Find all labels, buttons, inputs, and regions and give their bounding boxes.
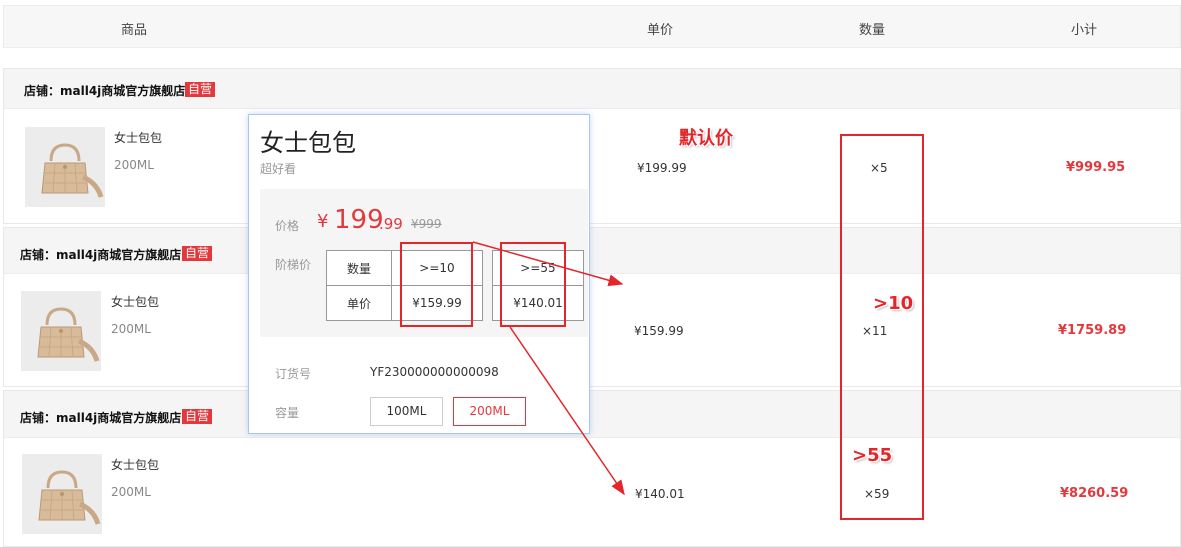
handbag-image (21, 291, 101, 371)
product-name[interactable]: 女士包包 (111, 456, 159, 473)
shop-block: 店铺：mall4j商城官方旗舰店 自营 女士包包 200ML ¥199.99 ×… (3, 68, 1181, 224)
product-thumbnail[interactable] (22, 454, 102, 534)
capacity-option-200ml[interactable]: 200ML (453, 397, 526, 426)
popup-product-subtitle: 超好看 (260, 162, 297, 176)
product-thumbnail[interactable] (21, 291, 101, 371)
product-spec[interactable]: 200ML (111, 322, 151, 336)
shop-block: 店铺：mall4j商城官方旗舰店 自营 女士包包 200ML ¥140.01 ×… (3, 390, 1181, 547)
shop-header: 店铺：mall4j商城官方旗舰店 自营 (4, 391, 1180, 438)
annotation-box-tier55 (500, 242, 566, 327)
col-subtotal-header: 小计 (1071, 23, 1098, 38)
order-number: YF230000000000098 (370, 365, 499, 379)
tier-cell: 数量 (326, 250, 392, 286)
self-operated-badge: 自营 (182, 409, 213, 424)
popup-product-title: 女士包包 (260, 129, 356, 157)
self-operated-badge: 自营 (185, 82, 216, 97)
unit-price: ¥159.99 (634, 324, 684, 338)
shop-name[interactable]: 店铺：mall4j商城官方旗舰店 (20, 409, 181, 426)
product-thumbnail[interactable] (25, 127, 105, 207)
shop-header: 店铺：mall4j商城官方旗舰店 自营 (4, 69, 1180, 109)
shop-name[interactable]: 店铺：mall4j商城官方旗舰店 (20, 246, 181, 263)
unit-price: ¥199.99 (637, 161, 687, 175)
cart-table-header: 商品 单价 数量 小计 (3, 5, 1181, 48)
price-integer: 199 (334, 205, 384, 235)
cart-page: 商品 单价 数量 小计 店铺：mall4j商城官方旗舰店 自营 女士包包 200… (0, 0, 1181, 547)
capacity-option-100ml[interactable]: 100ML (370, 397, 443, 426)
product-spec[interactable]: 200ML (114, 158, 154, 172)
annotation-gt55: >55 (852, 445, 893, 466)
product-name[interactable]: 女士包包 (114, 129, 162, 146)
col-unit-price-header: 单价 (647, 23, 674, 38)
col-product-header: 商品 (121, 23, 148, 38)
order-number-label: 订货号 (275, 367, 312, 381)
annotation-default-price: 默认价 (679, 128, 733, 149)
product-name[interactable]: 女士包包 (111, 293, 159, 310)
original-price: ¥999 (411, 217, 442, 231)
handbag-image (22, 454, 102, 534)
unit-price: ¥140.01 (635, 487, 685, 501)
shop-block: 店铺：mall4j商城官方旗舰店 自营 女士包包 200ML ¥159.99 ×… (3, 227, 1181, 387)
self-operated-badge: 自营 (182, 246, 213, 261)
price-currency-symbol: ¥ (317, 211, 329, 232)
shop-header: 店铺：mall4j商城官方旗舰店 自营 (4, 228, 1180, 274)
shop-name[interactable]: 店铺：mall4j商城官方旗舰店 (24, 82, 185, 99)
tier-cell: 单价 (326, 285, 392, 321)
annotation-gt10: >10 (873, 293, 914, 314)
capacity-label: 容量 (275, 406, 300, 420)
tier-price-label: 阶梯价 (275, 258, 312, 272)
product-spec[interactable]: 200ML (111, 485, 151, 499)
price-decimal: .99 (379, 215, 403, 233)
handbag-image (25, 127, 105, 207)
tier-gap (482, 285, 493, 321)
subtotal: ¥1759.89 (1058, 323, 1127, 338)
price-label: 价格 (275, 219, 300, 233)
col-quantity-header: 数量 (859, 23, 886, 38)
subtotal: ¥8260.59 (1060, 486, 1129, 501)
subtotal: ¥999.95 (1066, 160, 1126, 175)
annotation-box-tier10 (400, 242, 473, 327)
tier-gap (482, 250, 493, 286)
